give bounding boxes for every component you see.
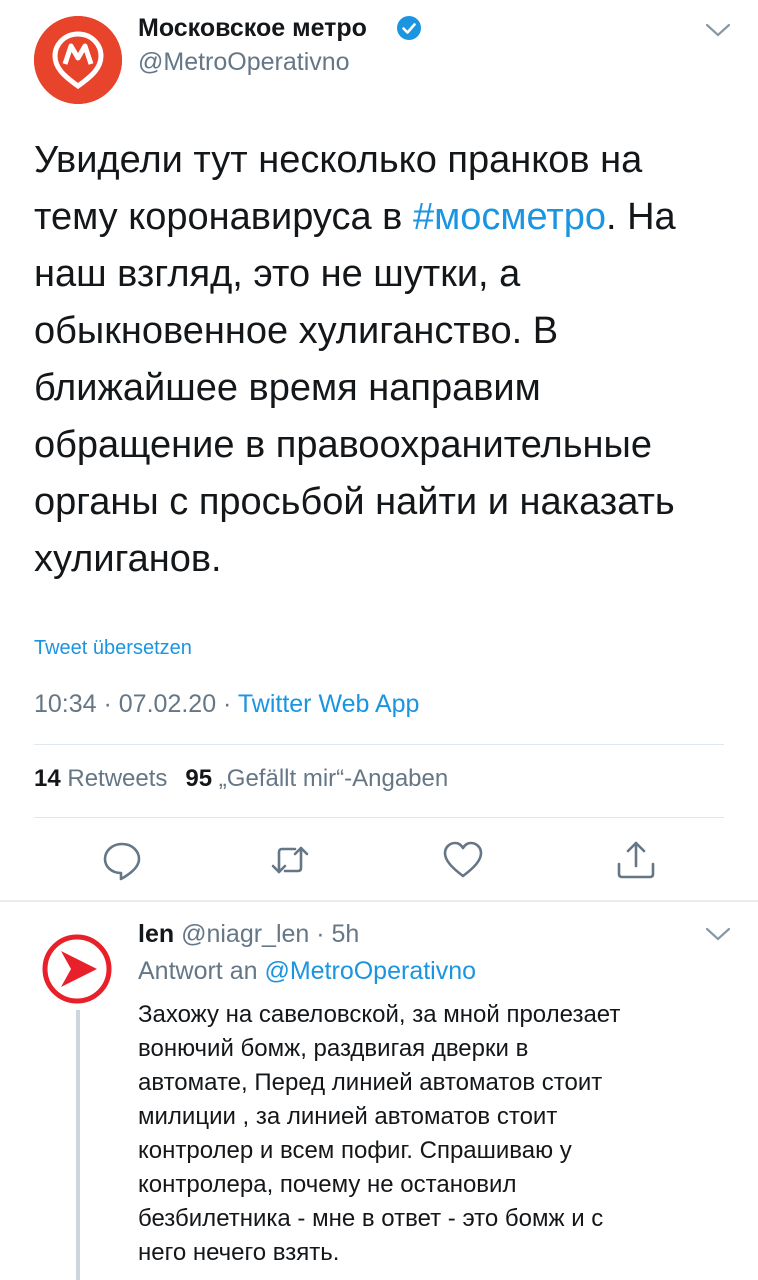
heart-icon[interactable]: [441, 838, 485, 882]
hashtag-link[interactable]: #мосметро: [413, 196, 606, 238]
meta-separator: ·: [96, 690, 119, 718]
divider: [34, 744, 724, 745]
display-name[interactable]: Московское метро: [138, 14, 367, 43]
reply-header: len @niagr_len · 5h: [138, 920, 359, 949]
reply-icon[interactable]: [100, 838, 144, 882]
share-icon[interactable]: [614, 838, 658, 882]
reply-text: Захожу на савеловской, за мной пролезает…: [138, 1001, 621, 1266]
retweets-count: 14: [34, 765, 61, 792]
metro-logo-icon: [34, 16, 122, 104]
retweets-stat[interactable]: 14 Retweets: [34, 765, 167, 792]
retweet-icon[interactable]: [268, 838, 312, 882]
meta-separator: ·: [216, 690, 238, 718]
thread-line: [76, 1010, 80, 1280]
likes-count: 95: [185, 765, 213, 792]
tweet-meta: 10:34 · 07.02.20 · Twitter Web App: [34, 690, 419, 719]
likes-label: „Gefällt mir“-Angaben: [218, 765, 449, 792]
translate-link[interactable]: Tweet übersetzen: [34, 637, 192, 660]
tweet-text: Увидели тут несколько пранков на тему ко…: [34, 132, 734, 588]
chevron-down-icon[interactable]: [705, 22, 731, 38]
tweet-time: 10:34: [34, 690, 97, 718]
reply-handle-time[interactable]: @niagr_len · 5h: [181, 920, 359, 948]
tweet-source-link[interactable]: Twitter Web App: [238, 690, 420, 718]
reply-author-name[interactable]: len: [138, 920, 174, 948]
tweet-text-part: . На наш взгляд, это не шутки, а обыкнов…: [34, 196, 676, 580]
reply-to-handle-link[interactable]: @MetroOperativno: [264, 957, 476, 985]
retweets-label: Retweets: [67, 765, 168, 792]
engagement-stats: 14 Retweets 95 „Gefällt mir“-Angaben: [34, 765, 448, 793]
divider: [34, 817, 724, 818]
likes-stat[interactable]: 95 „Gefällt mir“-Angaben: [185, 765, 448, 792]
metro-avatar[interactable]: [34, 16, 122, 104]
reply-to: Antwort an @MetroOperativno: [138, 957, 476, 986]
verified-badge-icon: [397, 16, 421, 40]
reply-avatar[interactable]: [39, 931, 115, 1007]
tweet-date: 07.02.20: [118, 690, 217, 718]
section-divider: [0, 900, 758, 902]
reply-to-prefix: Antwort an: [138, 957, 265, 985]
handle[interactable]: @MetroOperativno: [138, 48, 350, 77]
chevron-down-icon[interactable]: [705, 926, 731, 942]
